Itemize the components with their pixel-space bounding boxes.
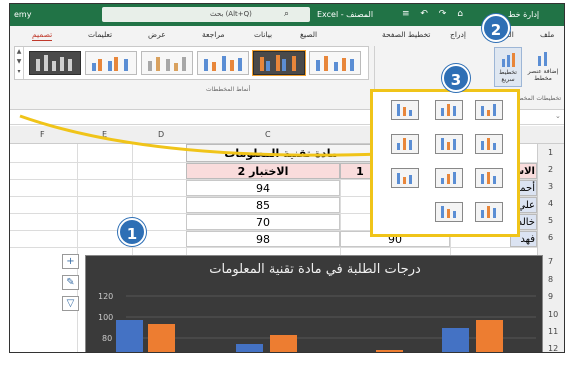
row-header[interactable]: 9 bbox=[548, 292, 553, 301]
chart-bar[interactable] bbox=[270, 335, 297, 353]
tab-help[interactable]: تعليمات bbox=[88, 30, 112, 39]
row-header[interactable]: 5 bbox=[548, 216, 553, 225]
chart-style-thumb[interactable] bbox=[309, 51, 361, 75]
tab-design[interactable]: تصميم bbox=[32, 30, 53, 41]
chart-styles-group-label: أنماط المخططات bbox=[206, 86, 251, 93]
chart-type-option[interactable] bbox=[475, 168, 503, 188]
chart-type-option[interactable] bbox=[475, 202, 503, 222]
chart-bar[interactable] bbox=[236, 344, 263, 353]
add-chart-element-icon bbox=[535, 50, 551, 66]
chart-bar[interactable] bbox=[116, 320, 143, 353]
test2-cell[interactable]: 85 bbox=[186, 197, 340, 213]
column-header-e[interactable]: E bbox=[102, 130, 107, 139]
chart-elements-button[interactable]: + bbox=[62, 254, 79, 269]
table-title-cell[interactable]: مادة تقنية المعلومات bbox=[186, 144, 376, 162]
tab-formulas[interactable]: الصيغ bbox=[300, 30, 317, 39]
chart-type-option[interactable] bbox=[391, 134, 419, 154]
quick-layout-label: تخطيط سريع bbox=[499, 69, 517, 83]
grid-line bbox=[77, 144, 78, 352]
chart-style-thumb[interactable] bbox=[197, 51, 249, 75]
column-header-f[interactable]: F bbox=[40, 130, 45, 139]
title-left-text: emy bbox=[14, 10, 32, 19]
chart-layouts-group-label: تخطيطات المخطط bbox=[513, 95, 562, 102]
gallery-scroll-buttons[interactable]: ▲ ▼ ▾ bbox=[15, 47, 24, 79]
title-right-text: إدارة خط bbox=[508, 10, 540, 19]
chart-bar[interactable] bbox=[476, 320, 503, 353]
chart-style-thumb[interactable] bbox=[85, 51, 137, 75]
excel-window: emy بحث (Alt+Q) ⌕ Excel - المصنف ≡ ↶ ↷ ⌂… bbox=[9, 3, 565, 353]
row-header[interactable]: 10 bbox=[548, 310, 558, 319]
chevron-down-icon[interactable]: ⌄ bbox=[555, 112, 561, 120]
quick-layout-icon bbox=[500, 51, 516, 67]
column-header-d[interactable]: D bbox=[158, 130, 164, 139]
app-title: Excel - المصنف bbox=[317, 10, 374, 19]
add-chart-element-button[interactable]: إضافة عنصر مخطط bbox=[524, 47, 562, 87]
tab-review[interactable]: مراجعة bbox=[202, 30, 225, 39]
step-badge-2: 2 bbox=[482, 14, 510, 42]
header-test2-cell[interactable]: الاختبار 2 bbox=[186, 163, 340, 179]
row-header[interactable]: 11 bbox=[548, 327, 558, 336]
chart-type-option[interactable] bbox=[391, 168, 419, 188]
y-tick-label: 80 bbox=[102, 334, 112, 343]
chart-bar[interactable] bbox=[376, 350, 403, 353]
row-header[interactable]: 12 bbox=[548, 344, 558, 352]
row-header[interactable]: 2 bbox=[548, 165, 553, 174]
test2-cell[interactable]: 70 bbox=[186, 214, 340, 230]
tab-view[interactable]: عرض bbox=[148, 30, 166, 39]
quick-access-icons[interactable]: ≡ ↶ ↷ ⌂ bbox=[402, 9, 467, 19]
chart-type-option[interactable] bbox=[475, 134, 503, 154]
search-box[interactable]: بحث (Alt+Q) ⌕ bbox=[102, 7, 310, 22]
row-header[interactable]: 4 bbox=[548, 199, 553, 208]
chart-style-thumb-selected[interactable] bbox=[252, 50, 306, 76]
search-icon: ⌕ bbox=[284, 9, 290, 19]
step-badge-1: 1 bbox=[118, 218, 146, 246]
chart-bar[interactable] bbox=[442, 328, 469, 353]
test2-cell[interactable]: 94 bbox=[186, 180, 340, 196]
row-header[interactable]: 8 bbox=[548, 275, 553, 284]
test2-cell[interactable]: 98 bbox=[186, 231, 340, 247]
row-header[interactable]: 1 bbox=[548, 148, 553, 157]
row-header[interactable]: 7 bbox=[548, 257, 553, 266]
chart-type-option[interactable] bbox=[435, 168, 463, 188]
chart-bar[interactable] bbox=[148, 324, 175, 353]
y-tick-label: 120 bbox=[98, 292, 113, 301]
chart-type-option[interactable] bbox=[391, 100, 419, 120]
chart-styles-gallery: ▲ ▼ ▾ bbox=[14, 46, 369, 80]
chart-filters-button[interactable]: ▽ bbox=[62, 296, 79, 311]
chart-area[interactable]: 120 100 80 درجات الطلبة في مادة تقنية ال… bbox=[85, 255, 543, 353]
chart-type-option[interactable] bbox=[435, 134, 463, 154]
grid-line bbox=[10, 247, 537, 248]
step-badge-3: 3 bbox=[442, 64, 470, 92]
tab-data[interactable]: بيانات bbox=[254, 30, 272, 39]
chart-styles-button[interactable]: ✎ bbox=[62, 275, 79, 290]
row-header[interactable]: 3 bbox=[548, 182, 553, 191]
row-header[interactable]: 6 bbox=[548, 233, 553, 242]
tab-page-layout[interactable]: تخطيط الصفحة bbox=[382, 30, 430, 39]
chart-style-thumb[interactable] bbox=[29, 51, 81, 75]
add-chart-element-label: إضافة عنصر مخطط bbox=[527, 68, 559, 82]
quick-layout-button[interactable]: تخطيط سريع bbox=[494, 47, 522, 87]
chart-type-popup bbox=[370, 89, 520, 237]
search-placeholder: بحث (Alt+Q) bbox=[210, 10, 252, 18]
chart-title[interactable]: درجات الطلبة في مادة تقنية المعلومات bbox=[86, 262, 542, 277]
column-header-c[interactable]: C bbox=[265, 130, 271, 139]
chart-style-thumb[interactable] bbox=[141, 51, 193, 75]
chart-type-option[interactable] bbox=[475, 100, 503, 120]
y-tick-label: 100 bbox=[98, 313, 113, 322]
chart-type-option[interactable] bbox=[435, 100, 463, 120]
chart-type-option[interactable] bbox=[435, 202, 463, 222]
tab-insert[interactable]: إدراج bbox=[450, 30, 466, 39]
tab-file[interactable]: ملف bbox=[540, 30, 554, 39]
